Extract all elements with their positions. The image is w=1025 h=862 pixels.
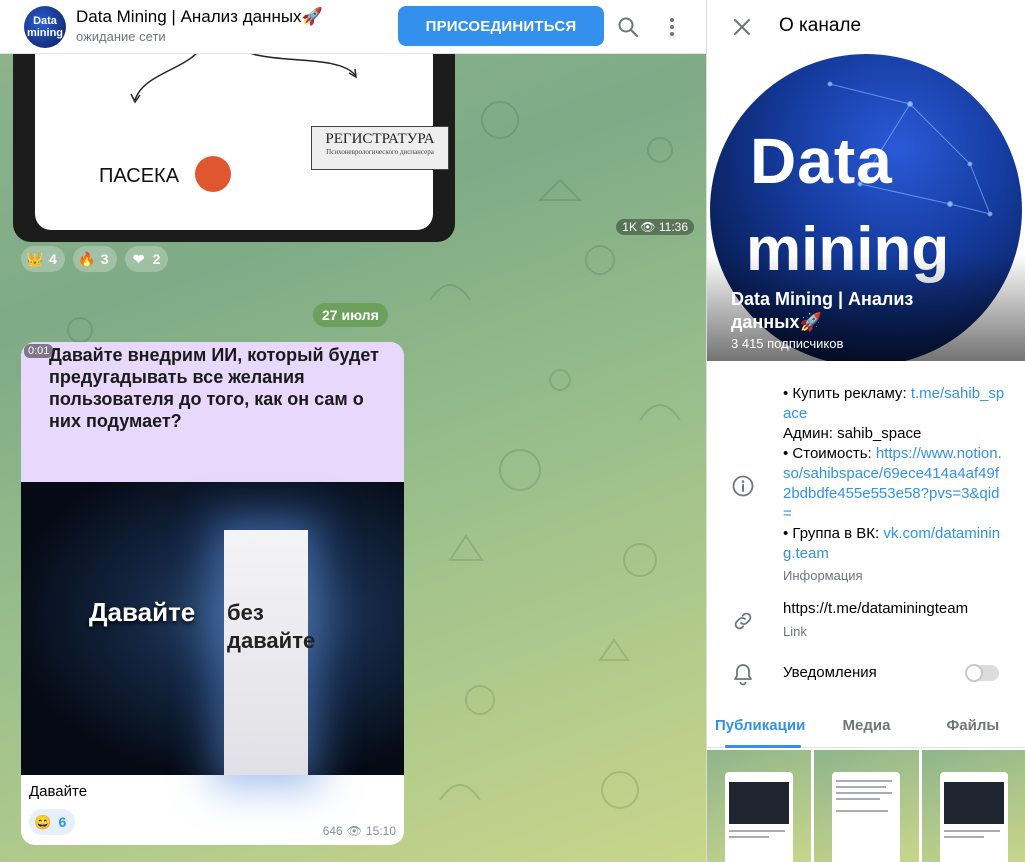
message-meta: 646 👁 15:10 <box>322 824 396 838</box>
reaction-heart-fire[interactable]: ❤ 2 <box>124 246 169 272</box>
publication-thumbnail[interactable] <box>814 750 919 862</box>
video-frame[interactable]: Давайте без давайте <box>21 482 404 775</box>
subscriber-count: 3 415 подписчиков <box>731 336 844 351</box>
reaction-fire[interactable]: 🔥 3 <box>72 246 117 272</box>
crown-icon: 👑 <box>26 250 44 267</box>
chat-header: Data mining Data Mining | Анализ данных🚀… <box>0 0 706 54</box>
channel-name: Data Mining | Анализ данных🚀 <box>731 289 914 332</box>
tab-publications[interactable]: Публикации <box>707 706 813 748</box>
telegram-app: ПАСЕКА РЕГИСТРАТУРА Психоневрологическог… <box>0 0 1025 862</box>
message-meta: 1K 👁 11:36 <box>616 219 694 235</box>
message-image-bubble[interactable]: ПАСЕКА РЕГИСТРАТУРА Психоневрологическог… <box>13 40 455 242</box>
channel-title[interactable]: Data Mining | Анализ данных🚀 <box>76 7 323 27</box>
link-icon <box>729 607 757 635</box>
video-header-area: Давайте внедрим ИИ, который будет предуг… <box>21 342 404 482</box>
message-video-bubble[interactable]: 0:01 Давайте внедрим ИИ, который будет п… <box>21 342 404 845</box>
video-header-text: Давайте внедрим ИИ, который будет предуг… <box>49 345 379 431</box>
image-label-registry: РЕГИСТРАТУРА Психоневрологического диспа… <box>311 126 449 170</box>
close-icon[interactable] <box>729 14 755 40</box>
bell-icon <box>729 660 757 688</box>
join-button[interactable]: ПРИСОЕДИНИТЬСЯ <box>398 6 604 46</box>
connection-status: ожидание сети <box>76 29 166 44</box>
video-right-text: без давайте <box>227 600 316 653</box>
notifications-label: Уведомления <box>783 664 877 681</box>
channel-link[interactable]: https://t.me/dataminingteam <box>783 600 968 617</box>
date-separator: 27 июля <box>313 303 388 327</box>
media-tabs: Публикации Медиа Файлы <box>707 706 1025 748</box>
channel-cover[interactable]: Data mining Data Mining | Анализ данных🚀… <box>707 54 1025 361</box>
grinning-face-icon: 😄 <box>34 813 52 830</box>
diagram-arrows <box>130 40 357 104</box>
tab-media[interactable]: Медиа <box>813 706 919 747</box>
bee-sticker-icon <box>195 156 231 192</box>
link-caption: Link <box>783 624 807 639</box>
channel-description: • Купить рекламу: t.me/sahib_space Админ… <box>783 384 1005 586</box>
channel-info-panel: О канале Data mining Data Mining | Анали… <box>706 0 1025 862</box>
panel-title: О канале <box>779 15 862 36</box>
publication-thumbnails <box>707 750 1025 862</box>
publication-thumbnail[interactable] <box>921 750 1025 862</box>
more-vertical-icon[interactable] <box>659 14 685 40</box>
description-caption: Информация <box>783 568 863 583</box>
video-left-text: Давайте <box>89 597 196 627</box>
cover-text-data: Data <box>750 125 893 197</box>
channel-avatar[interactable]: Data mining <box>24 6 66 48</box>
tab-files[interactable]: Файлы <box>920 706 1025 747</box>
fire-icon: 🔥 <box>78 250 96 267</box>
message-image: ПАСЕКА РЕГИСТРАТУРА Психоневрологическог… <box>35 40 449 230</box>
reaction-crown[interactable]: 👑 4 <box>21 246 65 272</box>
info-icon <box>729 472 757 500</box>
reactions-row: 👑 4 🔥 3 ❤ 2 <box>21 246 169 272</box>
publication-thumbnail[interactable] <box>707 750 812 862</box>
chat-area: ПАСЕКА РЕГИСТРАТУРА Психоневрологическог… <box>0 0 706 862</box>
search-icon[interactable] <box>615 14 641 40</box>
toggle-knob <box>965 664 983 682</box>
reaction-grinning[interactable]: 😄 6 <box>29 809 76 835</box>
image-label-paseka: ПАСЕКА <box>99 165 180 187</box>
notifications-toggle[interactable] <box>965 664 999 682</box>
heart-fire-icon: ❤ <box>132 250 145 267</box>
message-caption: Давайте <box>29 783 88 800</box>
video-duration: 0:01 <box>24 344 54 358</box>
eye-icon: 👁 <box>346 824 362 838</box>
